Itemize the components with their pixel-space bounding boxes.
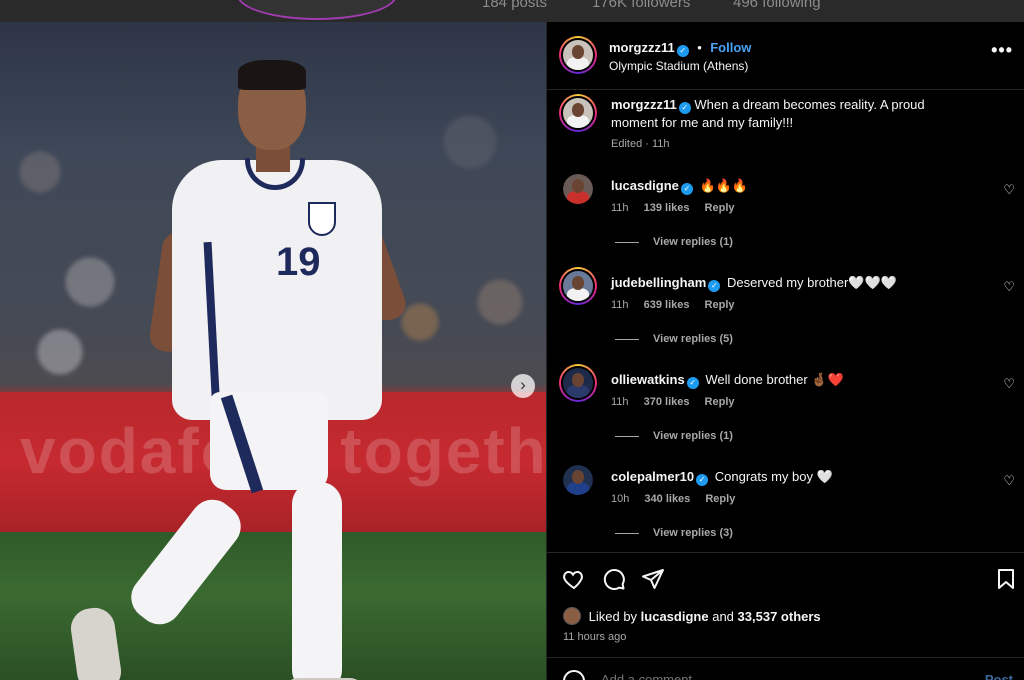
comment-likes[interactable]: 340 likes: [644, 493, 690, 505]
verified-icon: ✓: [708, 280, 721, 292]
comment-time: 11h: [611, 396, 629, 408]
comment-item: colepalmer10 ✓ Congrats my boy 🤍 10h 340 …: [547, 465, 1024, 562]
comment-line: colepalmer10 ✓ Congrats my boy 🤍: [611, 469, 833, 486]
view-replies-button[interactable]: View replies (1): [615, 236, 733, 248]
commenter-avatar[interactable]: [559, 267, 597, 305]
comment-time: 10h: [611, 493, 630, 505]
comment-username[interactable]: colepalmer10: [611, 469, 694, 484]
post-time-ago: 11 hours ago: [563, 631, 627, 643]
caption-author-avatar[interactable]: [559, 94, 597, 132]
comment-meta: 11h 639 likes Reply: [611, 299, 747, 311]
view-replies-button[interactable]: View replies (5): [615, 333, 733, 345]
player-figure: 19: [60, 42, 420, 680]
caption-meta: Edited · 11h: [611, 138, 670, 150]
comment-line: judebellingham ✓ Deserved my brother🤍🤍🤍: [611, 275, 897, 292]
player-left-boot: [68, 605, 124, 680]
comment-likes[interactable]: 639 likes: [644, 299, 690, 311]
commenter-avatar[interactable]: [563, 465, 593, 495]
posts-count: 184 posts: [482, 0, 548, 11]
comment-time: 11h: [611, 202, 629, 214]
liked-by-prefix: Liked by: [588, 609, 638, 624]
post-header: morgzzz11 ✓ • Follow Olympic Stadium (Ath…: [547, 22, 1024, 90]
commenter-avatar[interactable]: [559, 364, 597, 402]
heart-icon[interactable]: [562, 567, 586, 591]
verified-icon: ✓: [680, 183, 693, 195]
comment-item: judebellingham ✓ Deserved my brother🤍🤍🤍 1…: [547, 267, 1024, 368]
comment-username[interactable]: judebellingham: [611, 275, 706, 290]
share-icon[interactable]: [641, 567, 665, 591]
liked-by-user[interactable]: lucasdigne: [641, 609, 709, 624]
comment-like-heart-icon[interactable]: ♡: [1003, 182, 1015, 198]
profile-avatar-background: [237, 0, 397, 20]
england-crest-icon: [308, 202, 336, 236]
comment-meta: 10h 340 likes Reply: [611, 493, 747, 505]
profile-header-background: 184 posts 176K followers 496 following: [0, 0, 1024, 22]
verified-icon: ✓: [696, 474, 709, 486]
comment-username[interactable]: lucasdigne: [611, 178, 679, 193]
comment-text: Well done brother 🤞🏾❤️: [705, 372, 844, 387]
liker-avatar[interactable]: [563, 607, 581, 625]
view-replies-button[interactable]: View replies (3): [615, 527, 733, 539]
post-actions: Liked by lucasdigne and 33,537 others 11…: [547, 552, 1024, 680]
caption-username[interactable]: morgzzz11: [611, 97, 677, 112]
add-comment-bar: Post: [547, 657, 1024, 680]
comment-meta: 11h 370 likes Reply: [611, 396, 747, 408]
reply-button[interactable]: Reply: [705, 202, 735, 214]
add-comment-input[interactable]: [601, 672, 901, 680]
bookmark-icon[interactable]: [994, 567, 1018, 591]
player-shirt: [172, 160, 382, 420]
comment-like-heart-icon[interactable]: ♡: [1003, 376, 1015, 392]
following-count[interactable]: 496 following: [733, 0, 821, 11]
comment-line: lucasdigne ✓ 🔥🔥🔥: [611, 178, 748, 195]
author-username[interactable]: morgzzz11: [609, 40, 675, 55]
comment-line: olliewatkins ✓ Well done brother 🤞🏾❤️: [611, 372, 844, 389]
comment-meta: 11h 139 likes Reply: [611, 202, 747, 214]
commenter-avatar[interactable]: [563, 174, 593, 204]
comment-text: Deserved my brother🤍🤍🤍: [726, 275, 897, 290]
comment-like-heart-icon[interactable]: ♡: [1003, 279, 1015, 295]
comment-time: 11h: [611, 299, 629, 311]
follow-button[interactable]: Follow: [710, 40, 751, 55]
comment-icon[interactable]: [602, 567, 626, 591]
emoji-icon[interactable]: [563, 670, 585, 680]
followers-count[interactable]: 176K followers: [592, 0, 690, 11]
reply-button[interactable]: Reply: [705, 299, 735, 311]
view-replies-button[interactable]: View replies (1): [615, 430, 733, 442]
verified-icon: ✓: [686, 377, 699, 389]
chevron-right-icon: ›: [520, 375, 526, 394]
post-details-panel: morgzzz11 ✓ • Follow Olympic Stadium (Ath…: [546, 22, 1024, 680]
player-right-leg: [292, 482, 342, 680]
author-avatar[interactable]: [559, 36, 597, 74]
liked-by-line: Liked by lucasdigne and 33,537 others: [563, 607, 821, 625]
liked-by-and: and: [712, 609, 734, 624]
comment-likes[interactable]: 139 likes: [644, 202, 690, 214]
author-line: morgzzz11 ✓ • Follow: [609, 39, 751, 57]
caption-text-block: morgzzz11 ✓ When a dream becomes reality.…: [611, 96, 971, 132]
player-left-leg: [122, 490, 250, 634]
comment-text: Congrats my boy 🤍: [714, 469, 833, 484]
comment-item: olliewatkins ✓ Well done brother 🤞🏾❤️ 11h…: [547, 364, 1024, 465]
comment-like-heart-icon[interactable]: ♡: [1003, 473, 1015, 489]
liked-by-others[interactable]: 33,537 others: [738, 609, 821, 624]
post-comment-button[interactable]: Post: [985, 672, 1013, 680]
more-options-icon[interactable]: •••: [991, 40, 1013, 61]
verified-icon: ✓: [678, 102, 691, 114]
reply-button[interactable]: Reply: [705, 396, 735, 408]
verified-icon: ✓: [676, 45, 689, 57]
post-photo[interactable]: vodafone together 19 › ●: [0, 22, 546, 680]
next-photo-button[interactable]: ›: [511, 374, 535, 398]
jersey-number: 19: [276, 240, 321, 284]
reply-button[interactable]: Reply: [705, 493, 735, 505]
separator-dot: •: [697, 40, 702, 55]
comment-username[interactable]: olliewatkins: [611, 372, 685, 387]
comment-likes[interactable]: 370 likes: [644, 396, 690, 408]
comment-item: lucasdigne ✓ 🔥🔥🔥 11h 139 likes Reply ♡ Vi…: [547, 174, 1024, 271]
post-location[interactable]: Olympic Stadium (Athens): [609, 59, 748, 73]
comment-text: 🔥🔥🔥: [699, 178, 749, 193]
player-hair: [238, 60, 306, 90]
